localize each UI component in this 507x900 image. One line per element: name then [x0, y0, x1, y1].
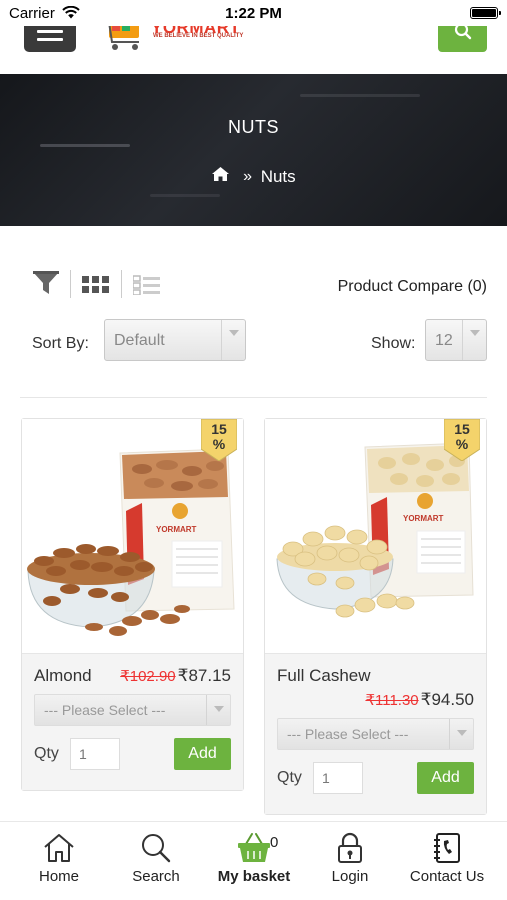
category-banner: NUTS » Nuts: [0, 74, 507, 226]
tab-label: Search: [132, 868, 180, 885]
lock-icon: [338, 832, 362, 863]
show-select[interactable]: 12: [425, 319, 487, 361]
option-placeholder: --- Please Select ---: [44, 702, 166, 718]
breadcrumb: » Nuts: [0, 166, 507, 187]
tab-search[interactable]: Search: [124, 832, 188, 892]
battery-icon: [470, 7, 501, 19]
product-name[interactable]: Full Cashew: [277, 666, 371, 686]
breadcrumb-separator: »: [243, 167, 252, 185]
product-image[interactable]: YORMART 15%: [22, 419, 243, 653]
price-row: ₹102.90 ₹87.15: [120, 666, 231, 686]
contact-book-icon: [434, 833, 460, 863]
tab-label: Contact Us: [409, 868, 485, 885]
chevron-down-icon: [214, 706, 224, 712]
sort-label: Sort By:: [32, 335, 89, 352]
tab-login[interactable]: Login: [322, 832, 378, 892]
product-card: YORMART 15% Almond ₹102.90 ₹87.15 --- Pl…: [21, 418, 244, 791]
sort-value: Default: [114, 332, 165, 349]
svg-text:YORMART: YORMART: [403, 514, 444, 523]
search-icon: [454, 26, 472, 40]
hamburger-icon: [37, 30, 63, 33]
chevron-down-icon: [229, 330, 239, 336]
tab-label: My basket: [217, 868, 291, 885]
show-value: 12: [435, 332, 453, 349]
qty-label: Qty: [34, 745, 59, 762]
bottom-tab-bar: Home Search 0 My basket Login Contact Us: [0, 821, 507, 900]
tab-contact-us[interactable]: Contact Us: [404, 832, 490, 892]
old-price: ₹111.30: [365, 692, 419, 709]
header-search-button[interactable]: [438, 26, 487, 52]
new-price: ₹87.15: [177, 666, 231, 685]
option-select[interactable]: --- Please Select ---: [277, 718, 474, 750]
product-name[interactable]: Almond: [34, 666, 92, 686]
option-placeholder: --- Please Select ---: [287, 726, 409, 742]
home-icon: [44, 834, 74, 862]
old-price: ₹102.90: [120, 668, 176, 685]
page-title: NUTS: [228, 117, 279, 137]
add-to-cart-button[interactable]: Add: [417, 762, 474, 794]
tab-my-basket[interactable]: 0 My basket: [208, 832, 300, 892]
breadcrumb-home[interactable]: [211, 166, 230, 187]
tab-label: Login: [331, 868, 369, 885]
clock: 1:22 PM: [225, 5, 282, 22]
tab-home[interactable]: Home: [28, 832, 90, 892]
show-label: Show:: [371, 335, 416, 352]
status-bar: Carrier 1:22 PM: [0, 0, 507, 26]
svg-text:YORMART: YORMART: [156, 525, 197, 534]
discount-badge: 15%: [444, 419, 480, 461]
new-price: ₹94.50: [420, 690, 474, 709]
product-info: Full Cashew ₹111.30 ₹94.50 --- Please Sel…: [265, 653, 486, 814]
logo-tagline: WE BELIEVE IN BEST QUALITY: [153, 33, 244, 39]
product-compare-link[interactable]: Product Compare (0): [338, 278, 487, 296]
grid-view-icon[interactable]: [82, 275, 110, 295]
discount-badge: 15%: [201, 419, 237, 461]
qty-input[interactable]: 1: [70, 738, 120, 770]
product-card: YORMART 15% Full Cashew ₹111.30 ₹94.50 -…: [264, 418, 487, 815]
app-header: YORMART WE BELIEVE IN BEST QUALITY: [0, 26, 507, 74]
chevron-down-icon: [457, 730, 467, 736]
menu-button[interactable]: [24, 26, 76, 52]
qty-label: Qty: [277, 769, 302, 786]
product-info: Almond ₹102.90 ₹87.15 --- Please Select -…: [22, 653, 243, 790]
search-icon: [142, 834, 171, 863]
discount-text: 15%: [454, 421, 470, 452]
list-view-icon[interactable]: [133, 275, 161, 295]
chevron-down-icon: [470, 330, 480, 336]
shopping-cart-logo-icon: [108, 26, 139, 50]
discount-text: 15%: [211, 421, 227, 452]
basket-icon: [238, 833, 270, 862]
home-icon: [212, 167, 230, 182]
listing-toolbar: Product Compare (0): [0, 262, 507, 306]
divider: [20, 397, 487, 398]
logo[interactable]: YORMART WE BELIEVE IN BEST QUALITY: [103, 26, 263, 52]
breadcrumb-current: Nuts: [260, 166, 296, 186]
price-row: ₹111.30 ₹94.50: [365, 690, 474, 710]
option-select[interactable]: --- Please Select ---: [34, 694, 231, 726]
tab-label: Home: [38, 868, 79, 885]
sort-select[interactable]: Default: [104, 319, 246, 361]
add-to-cart-button[interactable]: Add: [174, 738, 231, 770]
basket-count-badge: 0: [270, 834, 279, 851]
filter-icon[interactable]: [31, 269, 61, 297]
product-image[interactable]: YORMART 15%: [265, 419, 486, 653]
qty-input[interactable]: 1: [313, 762, 363, 794]
